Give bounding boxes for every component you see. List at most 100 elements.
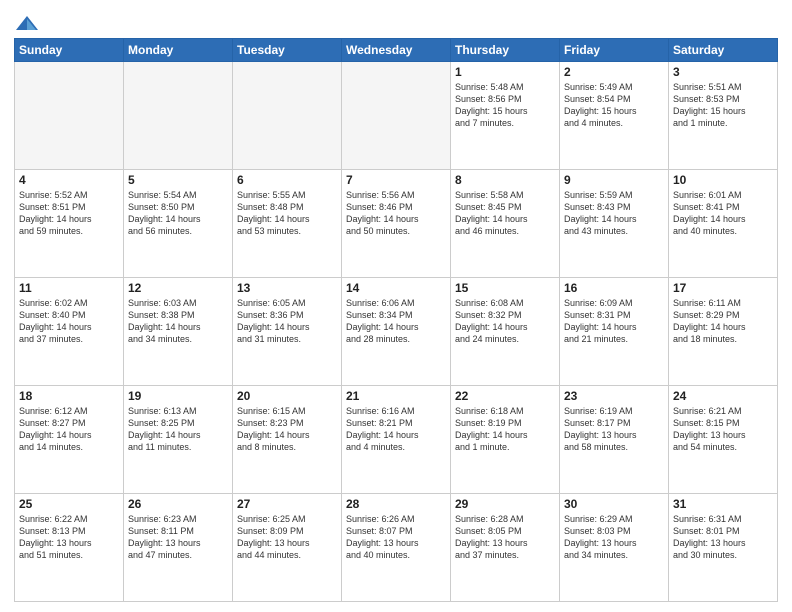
weekday-header: Friday <box>560 39 669 62</box>
calendar-cell: 18 Sunrise: 6:12 AM Sunset: 8:27 PM Dayli… <box>15 386 124 494</box>
calendar-cell: 12 Sunrise: 6:03 AM Sunset: 8:38 PM Dayli… <box>124 278 233 386</box>
calendar-cell: 8 Sunrise: 5:58 AM Sunset: 8:45 PM Daylig… <box>451 170 560 278</box>
calendar-cell: 17 Sunrise: 6:11 AM Sunset: 8:29 PM Dayli… <box>669 278 778 386</box>
calendar-cell: 20 Sunrise: 6:15 AM Sunset: 8:23 PM Dayli… <box>233 386 342 494</box>
day-number: 7 <box>346 173 446 187</box>
day-number: 6 <box>237 173 337 187</box>
day-info: Sunrise: 6:03 AM Sunset: 8:38 PM Dayligh… <box>128 297 228 346</box>
calendar-week-row: 1 Sunrise: 5:48 AM Sunset: 8:56 PM Daylig… <box>15 62 778 170</box>
calendar-header-row: SundayMondayTuesdayWednesdayThursdayFrid… <box>15 39 778 62</box>
calendar-cell: 13 Sunrise: 6:05 AM Sunset: 8:36 PM Dayli… <box>233 278 342 386</box>
day-number: 19 <box>128 389 228 403</box>
calendar-cell: 31 Sunrise: 6:31 AM Sunset: 8:01 PM Dayli… <box>669 494 778 602</box>
day-info: Sunrise: 6:29 AM Sunset: 8:03 PM Dayligh… <box>564 513 664 562</box>
weekday-header: Saturday <box>669 39 778 62</box>
calendar-cell <box>124 62 233 170</box>
day-number: 5 <box>128 173 228 187</box>
calendar-cell: 3Sunrise: 5:51 AM Sunset: 8:53 PM Daylig… <box>669 62 778 170</box>
calendar-cell: 4Sunrise: 5:52 AM Sunset: 8:51 PM Daylig… <box>15 170 124 278</box>
calendar-cell <box>15 62 124 170</box>
weekday-header: Wednesday <box>342 39 451 62</box>
header <box>14 10 778 32</box>
day-number: 29 <box>455 497 555 511</box>
calendar-cell: 11 Sunrise: 6:02 AM Sunset: 8:40 PM Dayli… <box>15 278 124 386</box>
day-number: 10 <box>673 173 773 187</box>
logo-icon <box>16 14 38 32</box>
day-number: 13 <box>237 281 337 295</box>
day-info: Sunrise: 6:19 AM Sunset: 8:17 PM Dayligh… <box>564 405 664 454</box>
calendar-cell: 23 Sunrise: 6:19 AM Sunset: 8:17 PM Dayli… <box>560 386 669 494</box>
weekday-header: Sunday <box>15 39 124 62</box>
day-number: 17 <box>673 281 773 295</box>
day-number: 25 <box>19 497 119 511</box>
day-number: 4 <box>19 173 119 187</box>
weekday-header: Monday <box>124 39 233 62</box>
day-info: Sunrise: 5:56 AM Sunset: 8:46 PM Dayligh… <box>346 189 446 238</box>
calendar-week-row: 11 Sunrise: 6:02 AM Sunset: 8:40 PM Dayli… <box>15 278 778 386</box>
day-info: Sunrise: 6:05 AM Sunset: 8:36 PM Dayligh… <box>237 297 337 346</box>
calendar-week-row: 18 Sunrise: 6:12 AM Sunset: 8:27 PM Dayli… <box>15 386 778 494</box>
day-number: 20 <box>237 389 337 403</box>
day-number: 12 <box>128 281 228 295</box>
day-number: 24 <box>673 389 773 403</box>
day-info: Sunrise: 6:22 AM Sunset: 8:13 PM Dayligh… <box>19 513 119 562</box>
logo-text <box>14 14 38 32</box>
day-info: Sunrise: 6:28 AM Sunset: 8:05 PM Dayligh… <box>455 513 555 562</box>
day-number: 16 <box>564 281 664 295</box>
day-number: 14 <box>346 281 446 295</box>
calendar-cell: 19 Sunrise: 6:13 AM Sunset: 8:25 PM Dayli… <box>124 386 233 494</box>
calendar-cell: 25 Sunrise: 6:22 AM Sunset: 8:13 PM Dayli… <box>15 494 124 602</box>
calendar-cell: 24 Sunrise: 6:21 AM Sunset: 8:15 PM Dayli… <box>669 386 778 494</box>
weekday-header: Thursday <box>451 39 560 62</box>
day-info: Sunrise: 6:06 AM Sunset: 8:34 PM Dayligh… <box>346 297 446 346</box>
day-number: 21 <box>346 389 446 403</box>
day-info: Sunrise: 5:51 AM Sunset: 8:53 PM Dayligh… <box>673 81 773 130</box>
weekday-header: Tuesday <box>233 39 342 62</box>
calendar-cell: 30 Sunrise: 6:29 AM Sunset: 8:03 PM Dayli… <box>560 494 669 602</box>
calendar-cell: 5Sunrise: 5:54 AM Sunset: 8:50 PM Daylig… <box>124 170 233 278</box>
day-info: Sunrise: 6:31 AM Sunset: 8:01 PM Dayligh… <box>673 513 773 562</box>
day-info: Sunrise: 6:08 AM Sunset: 8:32 PM Dayligh… <box>455 297 555 346</box>
day-number: 28 <box>346 497 446 511</box>
day-number: 9 <box>564 173 664 187</box>
calendar-cell: 6Sunrise: 5:55 AM Sunset: 8:48 PM Daylig… <box>233 170 342 278</box>
day-info: Sunrise: 6:12 AM Sunset: 8:27 PM Dayligh… <box>19 405 119 454</box>
day-number: 27 <box>237 497 337 511</box>
day-info: Sunrise: 6:16 AM Sunset: 8:21 PM Dayligh… <box>346 405 446 454</box>
day-number: 15 <box>455 281 555 295</box>
day-number: 31 <box>673 497 773 511</box>
calendar-cell: 10Sunrise: 6:01 AM Sunset: 8:41 PM Dayli… <box>669 170 778 278</box>
day-info: Sunrise: 6:25 AM Sunset: 8:09 PM Dayligh… <box>237 513 337 562</box>
calendar-cell: 29 Sunrise: 6:28 AM Sunset: 8:05 PM Dayli… <box>451 494 560 602</box>
day-number: 18 <box>19 389 119 403</box>
day-info: Sunrise: 6:23 AM Sunset: 8:11 PM Dayligh… <box>128 513 228 562</box>
day-info: Sunrise: 6:02 AM Sunset: 8:40 PM Dayligh… <box>19 297 119 346</box>
day-info: Sunrise: 5:59 AM Sunset: 8:43 PM Dayligh… <box>564 189 664 238</box>
calendar-cell: 16Sunrise: 6:09 AM Sunset: 8:31 PM Dayli… <box>560 278 669 386</box>
day-number: 8 <box>455 173 555 187</box>
day-info: Sunrise: 6:11 AM Sunset: 8:29 PM Dayligh… <box>673 297 773 346</box>
day-info: Sunrise: 6:15 AM Sunset: 8:23 PM Dayligh… <box>237 405 337 454</box>
calendar-week-row: 4Sunrise: 5:52 AM Sunset: 8:51 PM Daylig… <box>15 170 778 278</box>
calendar-cell: 9 Sunrise: 5:59 AM Sunset: 8:43 PM Daylig… <box>560 170 669 278</box>
calendar-cell: 21 Sunrise: 6:16 AM Sunset: 8:21 PM Dayli… <box>342 386 451 494</box>
day-info: Sunrise: 5:49 AM Sunset: 8:54 PM Dayligh… <box>564 81 664 130</box>
calendar-cell: 22Sunrise: 6:18 AM Sunset: 8:19 PM Dayli… <box>451 386 560 494</box>
day-number: 11 <box>19 281 119 295</box>
day-info: Sunrise: 5:58 AM Sunset: 8:45 PM Dayligh… <box>455 189 555 238</box>
logo <box>14 14 38 32</box>
day-info: Sunrise: 5:48 AM Sunset: 8:56 PM Dayligh… <box>455 81 555 130</box>
calendar-cell: 15 Sunrise: 6:08 AM Sunset: 8:32 PM Dayli… <box>451 278 560 386</box>
day-number: 30 <box>564 497 664 511</box>
calendar-cell: 26Sunrise: 6:23 AM Sunset: 8:11 PM Dayli… <box>124 494 233 602</box>
calendar-cell: 28 Sunrise: 6:26 AM Sunset: 8:07 PM Dayli… <box>342 494 451 602</box>
day-info: Sunrise: 6:18 AM Sunset: 8:19 PM Dayligh… <box>455 405 555 454</box>
day-number: 23 <box>564 389 664 403</box>
day-info: Sunrise: 6:21 AM Sunset: 8:15 PM Dayligh… <box>673 405 773 454</box>
day-info: Sunrise: 6:26 AM Sunset: 8:07 PM Dayligh… <box>346 513 446 562</box>
calendar-week-row: 25 Sunrise: 6:22 AM Sunset: 8:13 PM Dayli… <box>15 494 778 602</box>
calendar-cell: 2Sunrise: 5:49 AM Sunset: 8:54 PM Daylig… <box>560 62 669 170</box>
calendar-cell: 14 Sunrise: 6:06 AM Sunset: 8:34 PM Dayli… <box>342 278 451 386</box>
day-info: Sunrise: 6:13 AM Sunset: 8:25 PM Dayligh… <box>128 405 228 454</box>
day-number: 1 <box>455 65 555 79</box>
